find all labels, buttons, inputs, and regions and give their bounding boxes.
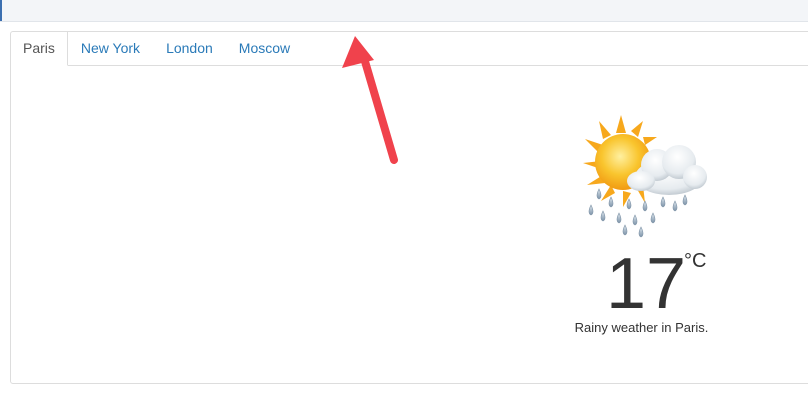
temperature-display: 17 °C bbox=[600, 244, 720, 324]
window-edge bbox=[0, 0, 2, 21]
weather-description: Rainy weather in Paris. bbox=[574, 320, 709, 335]
temperature-unit: °C bbox=[684, 250, 707, 272]
temperature-value: 17 bbox=[606, 244, 687, 324]
tab-moscow[interactable]: Moscow bbox=[226, 32, 303, 65]
sun-cloud-rain-icon bbox=[583, 115, 707, 238]
tab-london[interactable]: London bbox=[153, 32, 226, 65]
city-tabs: Paris New York London Moscow bbox=[11, 32, 808, 66]
top-toolbar-strip bbox=[0, 0, 808, 22]
tab-paris[interactable]: Paris bbox=[11, 32, 68, 66]
tab-new-york[interactable]: New York bbox=[68, 32, 153, 65]
rain-drops bbox=[588, 188, 688, 238]
